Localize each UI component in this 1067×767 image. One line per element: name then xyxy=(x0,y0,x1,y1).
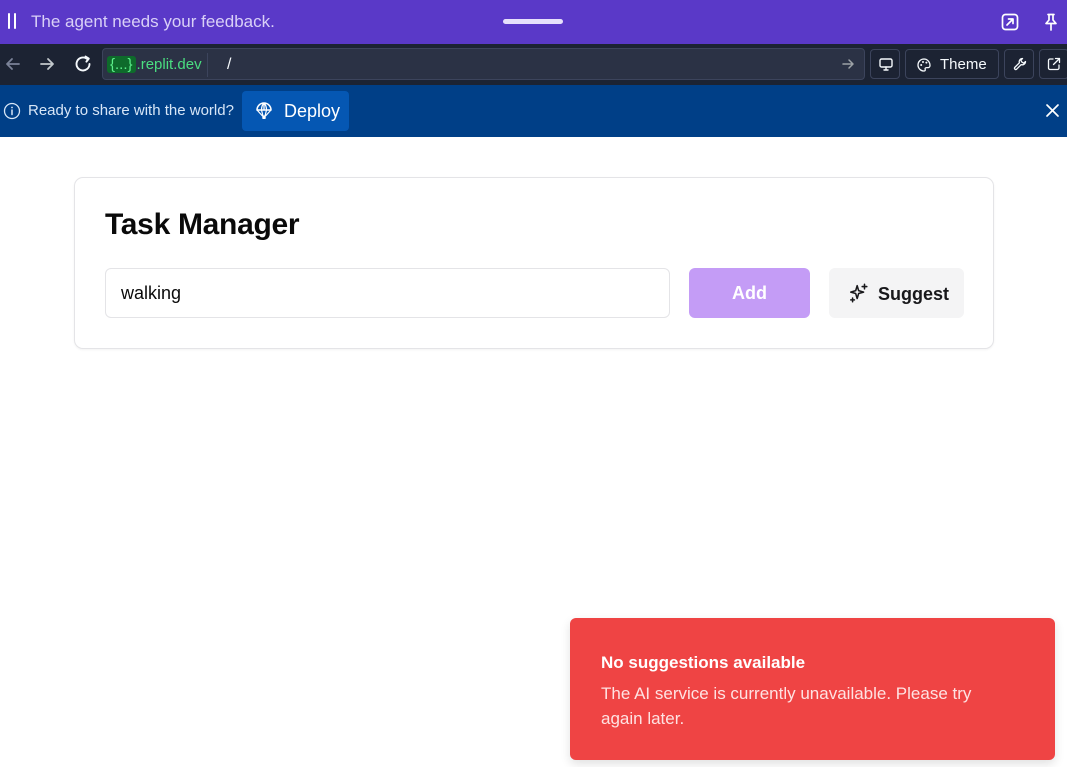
close-icon[interactable] xyxy=(1044,102,1061,119)
device-preview-button[interactable] xyxy=(870,49,900,79)
agent-feedback-message: The agent needs your feedback. xyxy=(31,12,275,31)
url-bar[interactable]: {...} .replit.dev / xyxy=(102,48,865,80)
forward-arrow-icon[interactable] xyxy=(37,54,57,74)
deploy-button[interactable]: Deploy xyxy=(242,91,349,131)
pin-icon[interactable] xyxy=(1041,12,1061,32)
url-path[interactable]: / xyxy=(227,53,231,77)
grip-icon[interactable] xyxy=(7,13,17,29)
url-domain: {...} .replit.dev xyxy=(107,53,208,77)
browser-toolbar: {...} .replit.dev / Theme xyxy=(0,44,1067,85)
suggest-button[interactable]: Suggest xyxy=(829,268,964,318)
theme-button[interactable]: Theme xyxy=(905,49,999,79)
toast-title: No suggestions available xyxy=(601,653,806,672)
url-domain-suffix: .replit.dev xyxy=(136,56,202,73)
url-domain-brace: {...} xyxy=(107,56,136,73)
suggest-button-label: Suggest xyxy=(878,284,950,304)
task-input[interactable] xyxy=(105,268,670,318)
go-arrow-icon[interactable] xyxy=(840,56,856,72)
deploy-banner: Ready to share with the world? Deploy xyxy=(0,85,1067,137)
devtools-button[interactable] xyxy=(1004,49,1034,79)
page-title: Task Manager xyxy=(105,208,300,241)
back-arrow-icon[interactable] xyxy=(3,54,23,74)
toast-description: The AI service is currently unavailable.… xyxy=(601,684,972,728)
agent-feedback-bar: The agent needs your feedback. xyxy=(0,0,1067,44)
theme-button-label: Theme xyxy=(940,56,987,73)
deploy-icon xyxy=(256,102,272,119)
refresh-icon[interactable] xyxy=(73,54,93,74)
add-task-button[interactable]: Add xyxy=(689,268,810,318)
task-manager-card: Task Manager Add Suggest xyxy=(74,177,994,349)
drag-handle[interactable] xyxy=(503,19,563,24)
deploy-button-label: Deploy xyxy=(284,101,341,121)
external-link-icon xyxy=(1047,57,1061,71)
wrench-icon xyxy=(1013,57,1027,71)
sparkles-icon xyxy=(849,283,868,303)
info-icon xyxy=(3,102,21,120)
palette-icon xyxy=(917,58,931,72)
error-toast[interactable]: No suggestions available The AI service … xyxy=(570,618,1055,760)
deploy-banner-text: Ready to share with the world? xyxy=(28,102,234,119)
expand-icon[interactable] xyxy=(1000,12,1020,32)
monitor-icon xyxy=(879,58,893,71)
open-new-tab-button[interactable] xyxy=(1039,49,1067,79)
